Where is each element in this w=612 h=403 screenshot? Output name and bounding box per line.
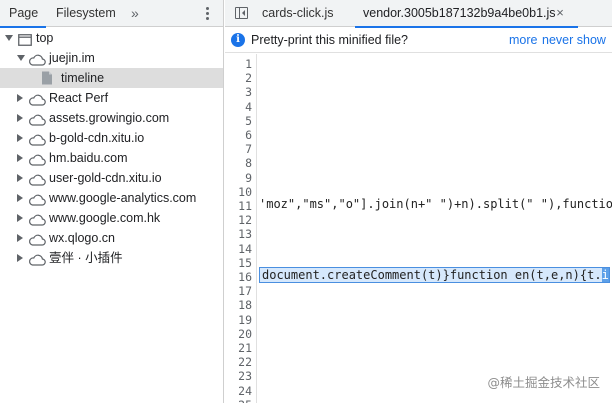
tree-item-label: juejin.im bbox=[49, 51, 95, 65]
tree-item[interactable]: www.google.com.hk bbox=[0, 208, 223, 228]
tree-item-label: wx.qlogo.cn bbox=[49, 231, 116, 245]
tree-item-label: hm.baidu.com bbox=[49, 151, 128, 165]
navigator-pane: Page Filesystem » top juejin.im timeline Re… bbox=[0, 0, 224, 403]
tree-item[interactable]: juejin.im bbox=[0, 48, 223, 68]
collapsed-arrow-icon[interactable] bbox=[17, 134, 23, 142]
line-number: 25 bbox=[238, 397, 252, 403]
tree-item-label: top bbox=[36, 31, 54, 45]
tree-item[interactable]: www.google-analytics.com bbox=[0, 188, 223, 208]
expanded-arrow-icon[interactable] bbox=[5, 35, 13, 41]
collapsed-arrow-icon[interactable] bbox=[17, 174, 23, 182]
code-editor[interactable]: 1234567891011121314151617181920212223242… bbox=[225, 54, 612, 403]
expanded-arrow-icon[interactable] bbox=[17, 55, 25, 61]
code-line-16[interactable]: document.createComment(t)}function en(t,… bbox=[259, 267, 612, 283]
tree-item[interactable]: timeline bbox=[0, 68, 223, 88]
tree-item-label: www.google-analytics.com bbox=[49, 191, 197, 205]
more-link[interactable]: more bbox=[509, 28, 537, 53]
code-selection: i bbox=[601, 268, 609, 282]
tab-cards-click[interactable]: cards-click.js bbox=[262, 0, 334, 27]
tree-item[interactable]: hm.baidu.com bbox=[0, 148, 223, 168]
tree-item-label: b-gold-cdn.xitu.io bbox=[49, 131, 145, 145]
navigator-tabbar: Page Filesystem » bbox=[0, 0, 223, 28]
file-tree: top juejin.im timeline React Perf assets.gro… bbox=[0, 28, 223, 268]
tree-item-label: assets.growingio.com bbox=[49, 111, 170, 125]
close-tab-icon[interactable]: × bbox=[554, 6, 566, 20]
code-line-16-text: document.createComment(t)}function en(t,… bbox=[262, 268, 602, 282]
tree-item-label: www.google.com.hk bbox=[49, 211, 161, 225]
code-line-11-text: 'moz","ms","o"].join(n+" ")+n).split(" "… bbox=[259, 197, 612, 211]
collapsed-arrow-icon[interactable] bbox=[17, 114, 23, 122]
tab-filesystem[interactable]: Filesystem bbox=[56, 0, 116, 27]
tree-item-label: timeline bbox=[61, 71, 105, 85]
collapsed-arrow-icon[interactable] bbox=[17, 214, 23, 222]
pretty-print-infobar: i Pretty-print this minified file? more … bbox=[225, 28, 612, 53]
tree-item[interactable]: top bbox=[0, 28, 223, 48]
tree-item[interactable]: assets.growingio.com bbox=[0, 108, 223, 128]
info-icon: i bbox=[231, 33, 245, 47]
tree-item[interactable]: wx.qlogo.cn bbox=[0, 228, 223, 248]
kebab-menu-icon[interactable] bbox=[203, 7, 211, 21]
watermark: @稀土掘金技术社区 bbox=[487, 375, 600, 390]
tree-item-label: 壹伴 · 小插件 bbox=[49, 251, 123, 265]
code-line-11[interactable]: 'moz","ms","o"].join(n+" ")+n).split(" "… bbox=[259, 196, 612, 212]
collapsed-arrow-icon[interactable] bbox=[17, 94, 23, 102]
tree-item[interactable]: 壹伴 · 小插件 bbox=[0, 248, 223, 268]
editor-tabbar: cards-click.js vendor.3005b187132b9a4be0… bbox=[225, 0, 612, 28]
tab-page[interactable]: Page bbox=[0, 0, 47, 28]
editor-pane: cards-click.js vendor.3005b187132b9a4be0… bbox=[225, 0, 612, 403]
collapsed-arrow-icon[interactable] bbox=[17, 254, 23, 262]
tree-item[interactable]: React Perf bbox=[0, 88, 223, 108]
toggle-navigator-icon[interactable] bbox=[235, 7, 248, 19]
collapsed-arrow-icon[interactable] bbox=[17, 234, 23, 242]
tree-item-label: user-gold-cdn.xitu.io bbox=[49, 171, 162, 185]
infobar-message: Pretty-print this minified file? bbox=[251, 33, 409, 47]
collapsed-arrow-icon[interactable] bbox=[17, 154, 23, 162]
tree-item-label: React Perf bbox=[49, 91, 109, 105]
never-show-link[interactable]: never show bbox=[542, 28, 606, 53]
tab-vendor[interactable]: vendor.3005b187132b9a4be0b1.js bbox=[355, 0, 578, 28]
cloud-icon bbox=[28, 252, 46, 272]
tree-item[interactable]: b-gold-cdn.xitu.io bbox=[0, 128, 223, 148]
tree-item[interactable]: user-gold-cdn.xitu.io bbox=[0, 168, 223, 188]
more-tabs-chevron-icon[interactable]: » bbox=[131, 0, 139, 27]
search-highlight: document.createComment(t)}function en(t,… bbox=[259, 267, 610, 283]
collapsed-arrow-icon[interactable] bbox=[17, 194, 23, 202]
line-number-gutter: 1234567891011121314151617181920212223242… bbox=[225, 54, 257, 403]
